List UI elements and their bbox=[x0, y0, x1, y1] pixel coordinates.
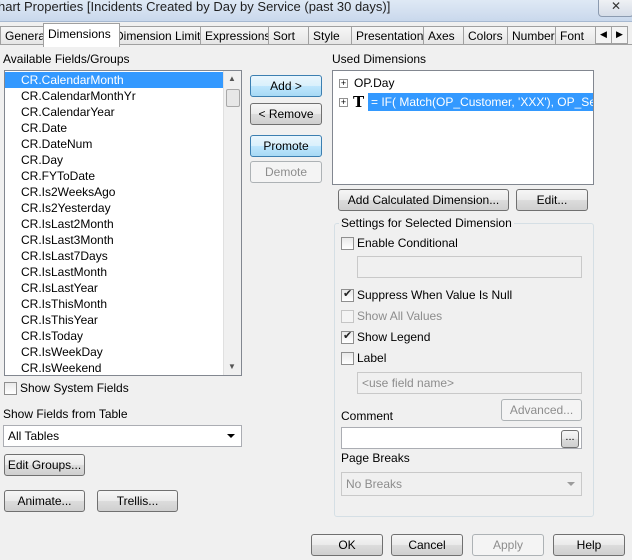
text-type-icon: T bbox=[353, 93, 365, 111]
add-button[interactable]: Add > bbox=[250, 75, 322, 97]
available-field-item[interactable]: CR.IsToday bbox=[5, 328, 224, 344]
available-field-item[interactable]: CR.IsThisYear bbox=[5, 312, 224, 328]
show-all-values-label: Show All Values bbox=[357, 309, 443, 323]
available-field-item[interactable]: CR.IsLast3Month bbox=[5, 232, 224, 248]
expand-icon[interactable]: + bbox=[339, 98, 348, 107]
available-field-item[interactable]: CR.Date bbox=[5, 120, 224, 136]
show-legend-checkbox[interactable] bbox=[341, 329, 354, 344]
enable-conditional-checkbox[interactable] bbox=[341, 237, 354, 250]
trellis-button[interactable]: Trellis... bbox=[97, 490, 178, 512]
scroll-up-icon[interactable]: ▲ bbox=[224, 71, 240, 87]
available-fields-list[interactable]: CR.CalendarMonth CR.CalendarMonthYr CR.Cal… bbox=[4, 70, 242, 376]
expand-icon[interactable]: + bbox=[339, 79, 348, 88]
ok-button[interactable]: OK bbox=[311, 534, 383, 556]
advanced-button[interactable]: Advanced... bbox=[501, 399, 582, 421]
enable-conditional-label: Enable Conditional bbox=[357, 236, 458, 250]
available-field-item[interactable]: CR.IsThisMonth bbox=[5, 296, 224, 312]
comment-label: Comment bbox=[341, 409, 394, 423]
available-fields-scrollbar[interactable]: ▲ ▼ bbox=[223, 71, 241, 375]
close-icon: ✕ bbox=[610, 0, 622, 13]
used-dimension-item[interactable]: OP.Day bbox=[354, 76, 394, 90]
scroll-down-icon[interactable]: ▼ bbox=[224, 359, 240, 375]
available-fields-label: Available Fields/Groups bbox=[3, 52, 130, 66]
tab-presentation[interactable]: Presentation bbox=[351, 26, 433, 46]
page-breaks-label: Page Breaks bbox=[341, 451, 410, 465]
available-field-item[interactable]: CR.Is2Yesterday bbox=[5, 200, 224, 216]
tab-strip: General Dimensions Dimension Limits Expr… bbox=[0, 23, 632, 47]
available-field-item[interactable]: CR.CalendarMonth bbox=[5, 72, 224, 88]
demote-button[interactable]: Demote bbox=[250, 161, 322, 183]
used-dimensions-label: Used Dimensions bbox=[332, 52, 427, 66]
remove-button[interactable]: < Remove bbox=[250, 103, 322, 125]
label-checkbox-label: Label bbox=[357, 351, 387, 365]
label-checkbox[interactable] bbox=[341, 352, 354, 365]
help-button[interactable]: Help bbox=[553, 534, 625, 556]
conditional-expression-field[interactable] bbox=[357, 256, 582, 278]
available-field-item[interactable]: CR.IsWeekend bbox=[5, 360, 224, 375]
label-field[interactable]: <use field name> bbox=[357, 372, 582, 394]
show-system-fields-label: Show System Fields bbox=[20, 381, 129, 395]
label-field-placeholder: <use field name> bbox=[362, 376, 455, 390]
chevron-down-icon bbox=[567, 482, 575, 486]
show-legend-label: Show Legend bbox=[357, 330, 431, 344]
used-dimensions-list[interactable]: + OP.Day + T = IF( Match(OP_Customer, 'X… bbox=[332, 70, 594, 185]
tab-dimensions[interactable]: Dimensions bbox=[43, 23, 120, 47]
cancel-button[interactable]: Cancel bbox=[391, 534, 463, 556]
show-fields-from-table-label: Show Fields from Table bbox=[3, 407, 128, 421]
available-field-item[interactable]: CR.IsLastYear bbox=[5, 280, 224, 296]
tab-scroll-left-icon[interactable]: ◀ bbox=[595, 26, 612, 44]
promote-button[interactable]: Promote bbox=[250, 135, 322, 157]
chevron-down-icon bbox=[227, 434, 235, 438]
title-bar: hart Properties [Incidents Created by Da… bbox=[0, 0, 632, 22]
available-field-item[interactable]: CR.FYToDate bbox=[5, 168, 224, 184]
animate-button[interactable]: Animate... bbox=[4, 490, 85, 512]
scroll-thumb[interactable] bbox=[226, 89, 240, 107]
available-field-item[interactable]: CR.IsWeekDay bbox=[5, 344, 224, 360]
tab-expressions[interactable]: Expressions bbox=[200, 26, 278, 46]
show-system-fields-checkbox[interactable] bbox=[4, 382, 17, 395]
edit-groups-button[interactable]: Edit Groups... bbox=[4, 454, 85, 476]
add-calculated-dimension-button[interactable]: Add Calculated Dimension... bbox=[338, 189, 509, 211]
available-field-item[interactable]: CR.Is2WeeksAgo bbox=[5, 184, 224, 200]
available-field-item[interactable]: CR.IsLast2Month bbox=[5, 216, 224, 232]
available-field-item[interactable]: CR.IsLast7Days bbox=[5, 248, 224, 264]
used-dimension-item-selected[interactable]: = IF( Match(OP_Customer, 'XXX'), OP_Seve… bbox=[368, 93, 593, 111]
available-field-item[interactable]: CR.DateNum bbox=[5, 136, 224, 152]
page-breaks-select[interactable]: No Breaks bbox=[341, 472, 582, 496]
suppress-null-label: Suppress When Value Is Null bbox=[357, 288, 513, 302]
table-select[interactable]: All Tables bbox=[3, 425, 242, 447]
edit-button[interactable]: Edit... bbox=[516, 189, 588, 211]
close-button[interactable]: ✕ bbox=[598, 0, 632, 17]
table-select-value: All Tables bbox=[8, 429, 60, 443]
tab-scroll-right-icon[interactable]: ▶ bbox=[611, 26, 628, 44]
settings-group-title: Settings for Selected Dimension bbox=[339, 216, 514, 230]
comment-field[interactable]: ... bbox=[341, 427, 582, 449]
available-field-item[interactable]: CR.CalendarMonthYr bbox=[5, 88, 224, 104]
available-field-item[interactable]: CR.Day bbox=[5, 152, 224, 168]
available-field-item[interactable]: CR.IsLastMonth bbox=[5, 264, 224, 280]
apply-button[interactable]: Apply bbox=[472, 534, 544, 556]
comment-ellipsis-button[interactable]: ... bbox=[561, 430, 579, 448]
page-breaks-value: No Breaks bbox=[346, 477, 403, 491]
tab-dimension-limits[interactable]: Dimension Limits bbox=[110, 26, 210, 46]
show-all-values-checkbox[interactable] bbox=[341, 310, 354, 323]
tab-font[interactable]: Font bbox=[555, 26, 600, 46]
available-field-item[interactable]: CR.CalendarYear bbox=[5, 104, 224, 120]
suppress-null-checkbox[interactable] bbox=[341, 287, 354, 302]
window-title: hart Properties [Incidents Created by Da… bbox=[0, 0, 391, 14]
